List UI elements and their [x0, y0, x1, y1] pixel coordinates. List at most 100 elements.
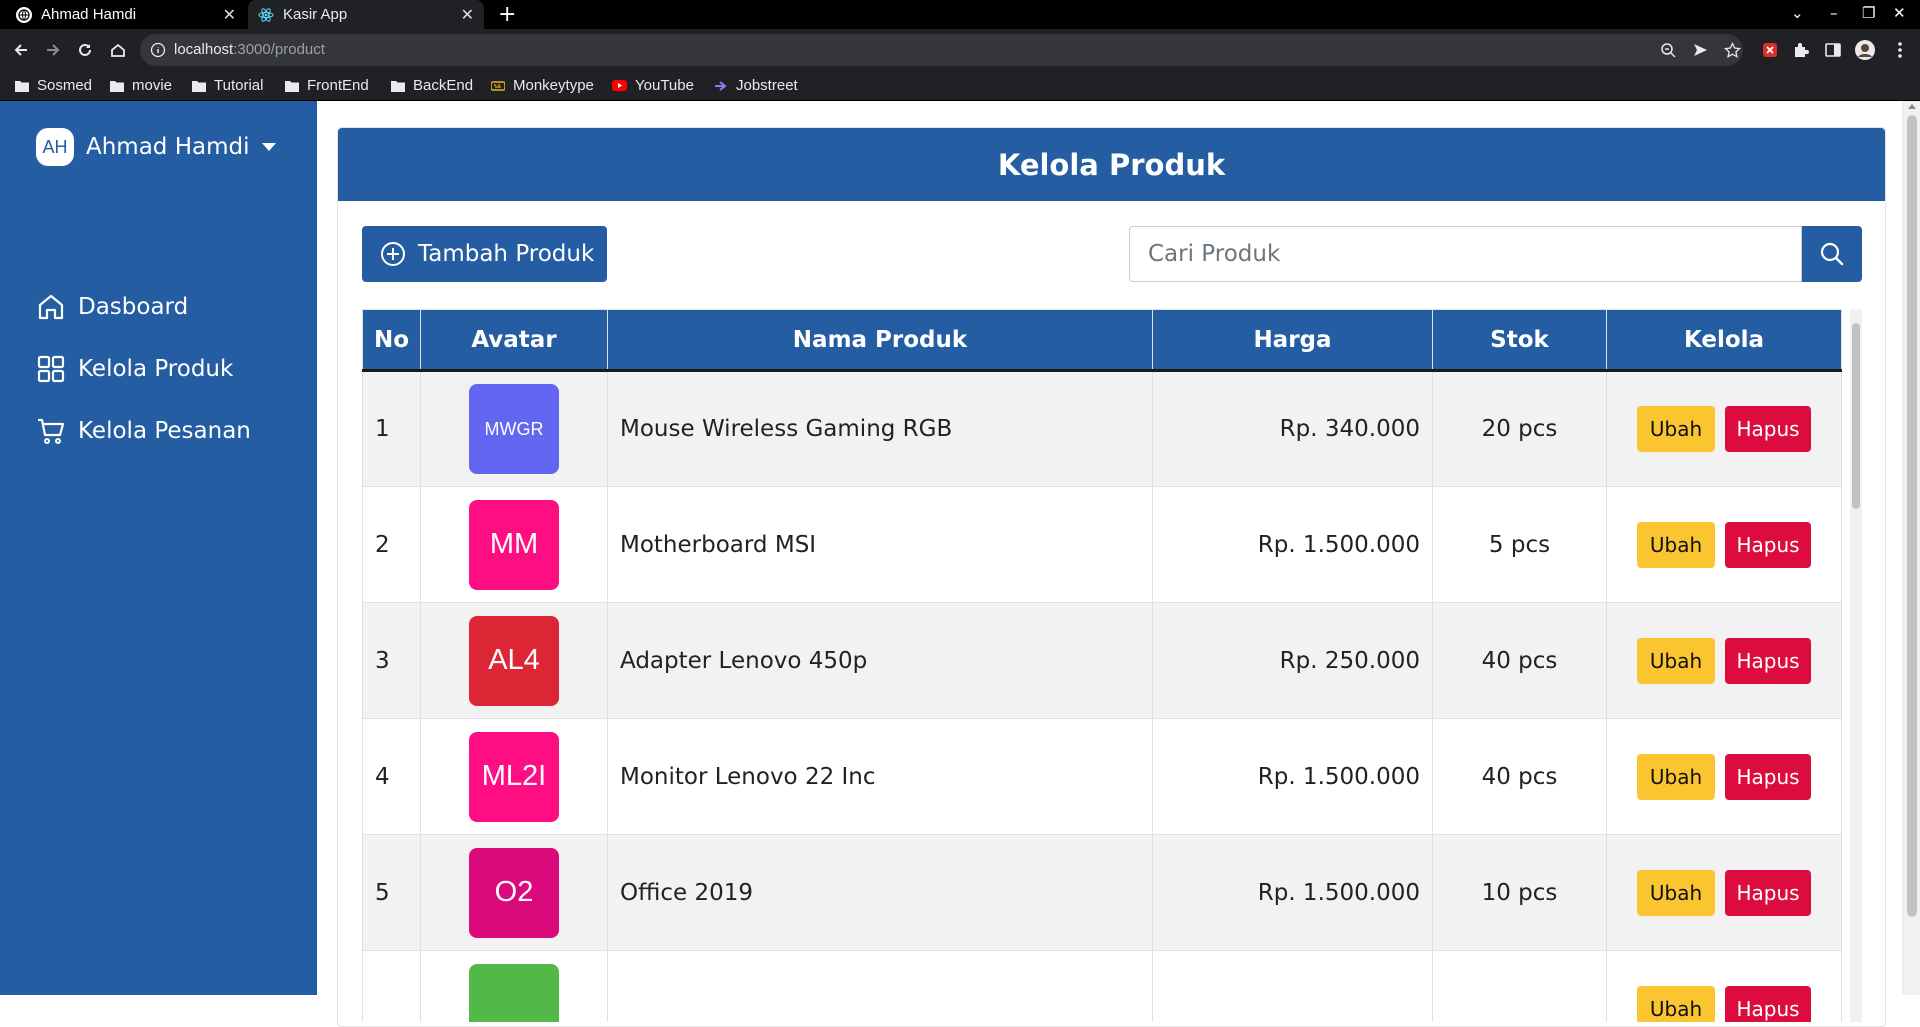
info-icon[interactable] — [150, 42, 166, 58]
cell-name: Motherboard MSI — [607, 486, 1153, 603]
edit-button[interactable]: Ubah — [1637, 521, 1715, 568]
cell-stock: 10 pcs — [1432, 834, 1607, 951]
sidebar-item-kelola-pesanan[interactable]: Kelola Pesanan — [36, 416, 251, 446]
bookmark-jobstreet[interactable]: Jobstreet — [713, 77, 798, 94]
cell-stock: 40 pcs — [1432, 718, 1607, 835]
zoom-icon[interactable] — [1659, 41, 1677, 59]
page-title: Kelola Produk — [338, 128, 1885, 201]
forward-icon[interactable] — [41, 38, 65, 62]
page-scrollbar-thumb[interactable] — [1907, 115, 1917, 917]
tab-search-icon[interactable]: ⌄ — [1791, 4, 1804, 22]
cell-price: Rp. 1.500.000 — [1152, 486, 1433, 603]
cell-price: Rp. 1.500.000 — [1152, 718, 1433, 835]
edit-button[interactable]: Ubah — [1637, 637, 1715, 684]
delete-button[interactable]: Hapus — [1725, 985, 1811, 1022]
close-icon[interactable]: ✕ — [223, 5, 236, 25]
table-scrollbar[interactable] — [1850, 309, 1862, 1022]
folder-icon — [14, 79, 29, 92]
bookmark-sosmed[interactable]: Sosmed — [14, 77, 92, 94]
bookmarks-bar: Sosmed movie Tutorial FrontEnd BackEnd M… — [0, 71, 1920, 101]
folder-icon — [390, 79, 405, 92]
extension-red-icon[interactable] — [1760, 40, 1780, 60]
edit-button[interactable]: Ubah — [1637, 753, 1715, 800]
col-header-nama-produk: Nama Produk — [607, 309, 1153, 372]
scroll-up-icon[interactable] — [1908, 104, 1916, 109]
bookmark-label: FrontEnd — [307, 77, 369, 94]
browser-toolbar: localhost:3000/product — [0, 29, 1920, 71]
window-close-icon[interactable]: ✕ — [1893, 4, 1906, 22]
close-icon[interactable]: ✕ — [461, 5, 474, 25]
col-header-kelola: Kelola — [1606, 309, 1842, 372]
sidepanel-icon[interactable] — [1823, 40, 1843, 60]
table-row: 1 MWGR Mouse Wireless Gaming RGB Rp. 340… — [362, 370, 1842, 487]
jobstreet-icon — [713, 79, 728, 92]
cell-no: 5 — [362, 834, 421, 951]
address-bar[interactable]: localhost:3000/product — [140, 34, 1743, 66]
plus-circle-icon — [381, 242, 405, 266]
back-icon[interactable] — [9, 38, 33, 62]
sidebar-item-label: Kelola Produk — [78, 356, 234, 382]
menu-kebab-icon[interactable] — [1890, 40, 1910, 60]
edit-button[interactable]: Ubah — [1637, 869, 1715, 916]
edit-button[interactable]: Ubah — [1637, 985, 1715, 1022]
cell-no: 4 — [362, 718, 421, 835]
col-header-avatar: Avatar — [420, 309, 608, 372]
edit-button[interactable]: Ubah — [1637, 406, 1715, 452]
table-row: Ubah Hapus — [362, 950, 1842, 1022]
bookmark-movie[interactable]: movie — [109, 77, 172, 94]
bookmark-label: Tutorial — [214, 77, 264, 94]
star-icon[interactable] — [1723, 41, 1741, 59]
delete-button[interactable]: Hapus — [1725, 521, 1811, 568]
profile-dropdown[interactable]: AH Ahmad Hamdi — [36, 128, 276, 166]
product-avatar: AL4 — [469, 615, 559, 706]
product-avatar: MM — [469, 499, 559, 590]
minimize-icon[interactable]: – — [1830, 4, 1838, 22]
bookmark-label: Sosmed — [37, 77, 93, 94]
product-avatar: ML2I — [469, 731, 559, 822]
cell-name: Adapter Lenovo 450p — [607, 602, 1153, 719]
sidebar-item-kelola-produk[interactable]: Kelola Produk — [36, 354, 233, 384]
delete-button[interactable]: Hapus — [1725, 637, 1811, 684]
new-tab-icon[interactable]: + — [498, 2, 516, 27]
delete-button[interactable]: Hapus — [1725, 406, 1811, 452]
bookmark-youtube[interactable]: YouTube — [612, 77, 694, 94]
sidebar: AH Ahmad Hamdi Dasboard Kelola Produk Ke… — [0, 101, 317, 995]
cell-no — [362, 950, 421, 1022]
page-scrollbar[interactable] — [1902, 101, 1920, 995]
table-container: No Avatar Nama Produk Harga Stok Kelola … — [362, 309, 1862, 1022]
add-product-button[interactable]: Tambah Produk — [362, 226, 607, 282]
sidebar-item-dasboard[interactable]: Dasboard — [36, 292, 188, 322]
cell-avatar — [420, 950, 608, 1022]
browser-tab-active[interactable]: Kasir App ✕ — [248, 0, 484, 29]
grid-icon — [37, 355, 65, 383]
browser-tab[interactable]: Ahmad Hamdi ✕ — [6, 0, 246, 29]
bookmark-tutorial[interactable]: Tutorial — [191, 77, 263, 94]
bookmark-monkeytype[interactable]: Monkeytype — [490, 77, 594, 94]
delete-button[interactable]: Hapus — [1725, 753, 1811, 800]
bookmark-label: YouTube — [635, 77, 694, 94]
puzzle-icon[interactable] — [1791, 40, 1811, 60]
home-button-icon[interactable] — [106, 38, 130, 62]
product-avatar: O2 — [469, 847, 559, 938]
delete-button[interactable]: Hapus — [1725, 869, 1811, 916]
monkeytype-icon — [490, 79, 505, 92]
search-button[interactable] — [1802, 226, 1862, 282]
table-header-row: No Avatar Nama Produk Harga Stok Kelola — [362, 309, 1842, 372]
reload-icon[interactable] — [73, 38, 97, 62]
col-header-no: No — [362, 309, 421, 372]
bookmark-backend[interactable]: BackEnd — [390, 77, 473, 94]
profile-avatar-icon[interactable] — [1855, 40, 1875, 60]
bookmark-label: BackEnd — [413, 77, 474, 94]
globe-icon — [16, 6, 32, 23]
table-scrollbar-thumb[interactable] — [1852, 323, 1860, 509]
restore-icon[interactable]: ❐ — [1862, 4, 1875, 22]
search-input[interactable] — [1129, 226, 1802, 282]
product-avatar: MWGR — [469, 384, 559, 474]
send-icon[interactable] — [1691, 41, 1709, 59]
bookmark-frontend[interactable]: FrontEnd — [284, 77, 369, 94]
cell-name — [607, 950, 1153, 1022]
cell-actions: Ubah Hapus — [1606, 486, 1842, 603]
col-header-harga: Harga — [1152, 309, 1433, 372]
cell-stock: 40 pcs — [1432, 602, 1607, 719]
product-table: No Avatar Nama Produk Harga Stok Kelola … — [362, 309, 1842, 1022]
